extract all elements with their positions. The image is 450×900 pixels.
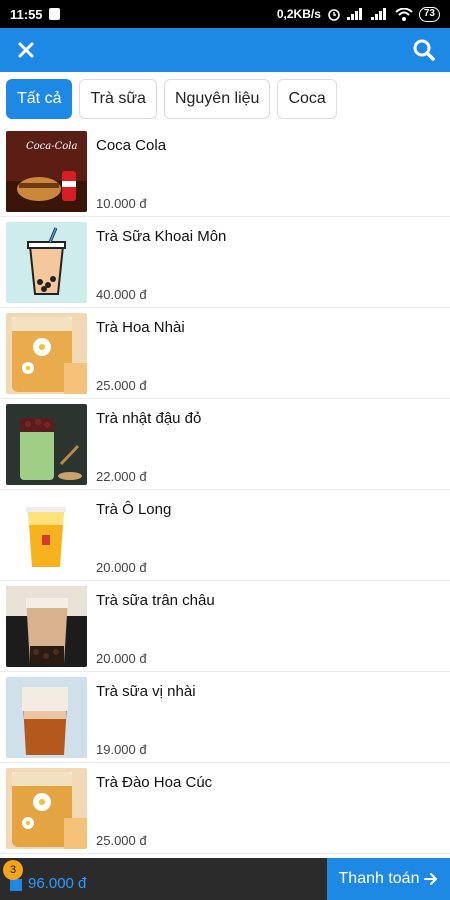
category-filter: Tất cả Trà sữa Nguyên liệu Coca: [0, 72, 450, 126]
product-item[interactable]: Trà nhật đậu đỏ 22.000 đ: [0, 399, 450, 490]
product-price: 40.000 đ: [96, 286, 147, 302]
close-icon: [18, 42, 34, 58]
product-image-jasmine-milk-tea: [6, 676, 87, 758]
product-info: Trà Hoa Nhài 25.000 đ: [87, 313, 450, 394]
product-item[interactable]: Trà Đào Hoa Cúc 25.000 đ: [0, 763, 450, 854]
cart-total: 96.000 đ: [28, 874, 87, 892]
product-image-oolong-tea: [6, 494, 87, 576]
product-name: Coca Cola: [96, 136, 167, 154]
product-image-red-bean-tea: [6, 403, 87, 485]
signal-icon-2: [370, 8, 389, 20]
product-name: Trà Ô Long: [96, 500, 172, 518]
checkout-label: Thanh toán: [338, 870, 420, 887]
wifi-icon: [395, 7, 413, 21]
svg-text:Coca-Cola: Coca-Cola: [26, 141, 77, 152]
product-price: 19.000 đ: [96, 741, 147, 757]
battery-indicator: 73: [418, 6, 440, 22]
product-price: 20.000 đ: [96, 559, 147, 575]
product-name: Trà Đào Hoa Cúc: [96, 773, 213, 791]
product-item[interactable]: Trà Hoa Nhài 25.000 đ: [0, 308, 450, 399]
product-name: Trà sữa vị nhài: [96, 682, 196, 700]
shopping-bag-icon: [48, 8, 60, 20]
close-button[interactable]: [12, 36, 40, 64]
product-image-peach-chrysanthemum-tea: [6, 767, 87, 849]
cart-count-badge: 3: [3, 860, 23, 880]
product-image-jasmine-tea: [6, 312, 87, 394]
app-bar: [0, 28, 450, 72]
product-info: Trà sữa vị nhài 19.000 đ: [87, 677, 450, 758]
cart-summary[interactable]: 3 96.000 đ: [0, 858, 327, 900]
product-item[interactable]: Trà Sữa Khoai Môn 40.000 đ: [0, 217, 450, 308]
product-info: Trà Sữa Khoai Môn 40.000 đ: [87, 222, 450, 303]
alarm-icon: [327, 7, 341, 21]
product-price: 25.000 đ: [96, 832, 147, 848]
product-image-bubble-milk-tea: [6, 585, 87, 667]
category-chip-all[interactable]: Tất cả: [6, 79, 73, 119]
product-image-coca-cola: Coca-Cola: [6, 130, 87, 212]
product-price: 10.000 đ: [96, 195, 147, 211]
product-info: Trà sữa trân châu 20.000 đ: [87, 586, 450, 667]
product-info: Trà nhật đậu đỏ 22.000 đ: [87, 404, 450, 485]
arrow-right-icon: [424, 873, 438, 885]
product-name: Trà Sữa Khoai Môn: [96, 227, 227, 245]
search-icon: [413, 39, 435, 61]
product-info: Coca Cola 10.000 đ: [87, 131, 450, 212]
checkout-button[interactable]: Thanh toán: [327, 858, 450, 900]
status-time: 11:55: [10, 6, 43, 22]
product-item[interactable]: Trà sữa trân châu 20.000 đ: [0, 581, 450, 672]
product-item[interactable]: Trà Ô Long 20.000 đ: [0, 490, 450, 581]
product-info: Trà Đào Hoa Cúc 25.000 đ: [87, 768, 450, 849]
cart-icon: [10, 879, 22, 891]
product-price: 22.000 đ: [96, 468, 147, 484]
status-right: 0,2KB/s 73: [276, 6, 440, 22]
product-price: 25.000 đ: [96, 377, 147, 393]
category-chip-ingredients[interactable]: Nguyên liệu: [163, 79, 271, 119]
product-list: Coca-Cola Coca Cola 10.000 đ Trà Sữa Kho…: [0, 126, 450, 858]
product-name: Trà sữa trân châu: [96, 591, 215, 609]
product-name: Trà Hoa Nhài: [96, 318, 185, 336]
search-button[interactable]: [410, 36, 438, 64]
network-speed: 0,2KB/s: [276, 7, 321, 21]
product-item[interactable]: Trà sữa vị nhài 19.000 đ: [0, 672, 450, 763]
category-chip-coca[interactable]: Coca: [277, 79, 337, 119]
bottom-bar: 3 96.000 đ Thanh toán: [0, 858, 450, 900]
signal-icon: [346, 8, 365, 20]
status-bar: 11:55 0,2KB/s 73: [0, 0, 450, 28]
product-item[interactable]: Coca-Cola Coca Cola 10.000 đ: [0, 126, 450, 217]
product-info: Trà Ô Long 20.000 đ: [87, 495, 450, 576]
product-name: Trà nhật đậu đỏ: [96, 409, 202, 427]
product-image-taro-milk-tea: [6, 221, 87, 303]
category-chip-milk-tea[interactable]: Trà sữa: [79, 79, 157, 119]
product-price: 20.000 đ: [96, 650, 147, 666]
